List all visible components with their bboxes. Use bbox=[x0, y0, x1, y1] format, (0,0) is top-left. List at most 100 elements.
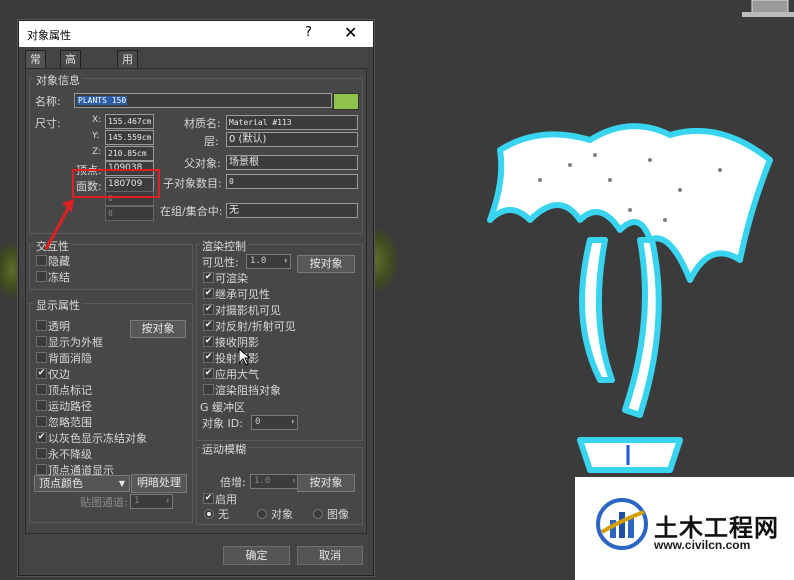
visibility-spinner[interactable]: 1.0 ⬍ bbox=[246, 254, 291, 269]
display-checkbox[interactable] bbox=[36, 448, 47, 459]
red-arrow-icon bbox=[44, 199, 74, 250]
z-dimension-field: 210.85cm bbox=[105, 146, 154, 161]
render-checkbox[interactable]: ✔ bbox=[203, 288, 214, 299]
tab-user-defined[interactable]: 用户定义 bbox=[117, 50, 138, 117]
enabled-checkbox[interactable]: ✔ bbox=[203, 493, 214, 504]
render-checkbox-label: 可渲染 bbox=[215, 272, 248, 285]
display-checkbox-label: 以灰色显示冻结对象 bbox=[48, 432, 147, 445]
radio-none-label: 无 bbox=[218, 508, 229, 521]
help-button[interactable]: ? bbox=[305, 25, 312, 40]
y-dimension-field: 145.559cm bbox=[105, 130, 154, 145]
extra-field-2: 0 bbox=[105, 206, 154, 221]
display-checkbox-label: 显示为外框 bbox=[48, 336, 103, 349]
x-label: X: bbox=[92, 115, 102, 125]
display-checkbox[interactable] bbox=[36, 336, 47, 347]
render-by-object-button[interactable]: 按对象 bbox=[297, 255, 355, 273]
object-id-spinner[interactable]: 0 ⬍ bbox=[251, 415, 298, 430]
display-checkbox[interactable] bbox=[36, 352, 47, 363]
name-value: PLANTS 150 bbox=[77, 96, 128, 105]
display-checkbox-label: 背面消隐 bbox=[48, 352, 92, 365]
multiplier-spinner[interactable]: 1.0 ⬍ bbox=[250, 474, 299, 489]
object-color-swatch[interactable] bbox=[333, 93, 359, 110]
y-label: Y: bbox=[92, 131, 100, 141]
display-checkbox[interactable] bbox=[36, 320, 47, 331]
enabled-label: 启用 bbox=[215, 493, 237, 506]
tab-general[interactable]: 常规 bbox=[25, 50, 46, 83]
vertex-color-dropdown[interactable]: 顶点颜色 ▼ bbox=[34, 475, 130, 492]
faces-highlight-box bbox=[72, 169, 160, 198]
render-checkbox-label: 投射阴影 bbox=[215, 352, 259, 365]
name-field[interactable]: PLANTS 150 bbox=[74, 93, 332, 108]
motion-by-object-button[interactable]: 按对象 bbox=[297, 474, 355, 492]
render-checkbox[interactable] bbox=[203, 384, 214, 395]
motion-blur-label: 运动模糊 bbox=[200, 441, 248, 457]
display-checkbox[interactable] bbox=[36, 400, 47, 411]
render-checkbox-label: 对反射/折射可见 bbox=[215, 320, 296, 333]
dialog-titlebar[interactable]: 对象属性 ? ✕ bbox=[19, 21, 373, 47]
spinner-arrows-icon: ⬍ bbox=[283, 257, 288, 265]
visibility-value: 1.0 bbox=[250, 256, 267, 266]
shaded-button[interactable]: 明暗处理 bbox=[131, 474, 187, 493]
display-checkbox[interactable]: ✔ bbox=[36, 368, 47, 379]
render-checkbox[interactable]: ✔ bbox=[203, 336, 214, 347]
selected-plant-model[interactable] bbox=[480, 120, 780, 480]
display-checkbox[interactable]: ✔ bbox=[36, 432, 47, 443]
render-checkbox-label: 继承可见性 bbox=[215, 288, 270, 301]
radio-none[interactable] bbox=[204, 509, 214, 519]
radio-object[interactable] bbox=[257, 509, 267, 519]
render-checkbox-label: 渲染阻挡对象 bbox=[215, 384, 281, 397]
cancel-button[interactable]: 取消 bbox=[297, 546, 363, 565]
map-channel-spinner: 1 ⬍ bbox=[130, 494, 173, 509]
map-channel-label: 贴图通道: bbox=[80, 496, 128, 509]
material-label: 材质名: bbox=[184, 117, 221, 130]
render-checkbox-label: 对摄影机可见 bbox=[215, 304, 281, 317]
parent-field: 场景根 bbox=[226, 155, 358, 170]
multiplier-value: 1.0 bbox=[254, 476, 271, 486]
display-checkbox-label: 运动路径 bbox=[48, 400, 92, 413]
visibility-label: 可见性: bbox=[202, 256, 239, 269]
dialog-title: 对象属性 bbox=[27, 29, 71, 42]
radio-object-label: 对象 bbox=[271, 508, 293, 521]
spinner-arrows-icon: ⬍ bbox=[165, 497, 170, 505]
display-checkbox-label: 顶点标记 bbox=[48, 384, 92, 397]
display-by-object-button[interactable]: 按对象 bbox=[130, 320, 186, 338]
ok-button[interactable]: 确定 bbox=[223, 546, 290, 565]
render-checkbox[interactable]: ✔ bbox=[203, 272, 214, 283]
render-checkbox[interactable]: ✔ bbox=[203, 368, 214, 379]
object-properties-dialog: 对象属性 ? ✕ 常规 高级照明 用户定义 对象信息 名称: PLANTS 15… bbox=[18, 20, 374, 576]
display-checkbox[interactable] bbox=[36, 464, 47, 475]
display-checkbox[interactable] bbox=[36, 384, 47, 395]
civilcn-logo-icon bbox=[596, 498, 648, 550]
render-checkbox-label: 应用大气 bbox=[215, 368, 259, 381]
tab-advanced-lighting[interactable]: 高级照明 bbox=[60, 50, 81, 117]
parent-label: 父对象: bbox=[184, 157, 221, 170]
display-checkbox-label: 透明 bbox=[48, 320, 70, 333]
render-checkbox[interactable]: ✔ bbox=[203, 320, 214, 331]
children-field: 0 bbox=[226, 174, 358, 189]
render-checkbox-label: 接收阴影 bbox=[215, 336, 259, 349]
object-info-label: 对象信息 bbox=[34, 72, 82, 88]
render-checkbox[interactable]: ✔ bbox=[203, 352, 214, 363]
layer-field: 0 (默认) bbox=[226, 132, 358, 147]
display-checkbox[interactable] bbox=[36, 416, 47, 427]
object-id-value: 0 bbox=[255, 417, 261, 427]
dimensions-label: 尺寸: bbox=[35, 117, 61, 130]
display-checkbox-label: 永不降级 bbox=[48, 448, 92, 461]
render-checkbox[interactable]: ✔ bbox=[203, 304, 214, 315]
freeze-checkbox[interactable] bbox=[36, 271, 47, 282]
radio-image[interactable] bbox=[313, 509, 323, 519]
spinner-arrows-icon: ⬍ bbox=[290, 418, 295, 426]
gbuffer-label: G 缓冲区 bbox=[200, 401, 246, 414]
display-properties-label: 显示属性 bbox=[34, 297, 82, 313]
close-button[interactable]: ✕ bbox=[344, 23, 357, 42]
in-group-field: 无 bbox=[226, 203, 358, 218]
render-control-label: 渲染控制 bbox=[200, 238, 248, 254]
material-field: Material #113 bbox=[226, 115, 358, 130]
watermark-url: www.civilcn.com bbox=[654, 538, 751, 552]
object-id-label: 对象 ID: bbox=[202, 417, 243, 430]
map-channel-value: 1 bbox=[134, 496, 140, 506]
hide-checkbox[interactable] bbox=[36, 255, 47, 266]
vertex-color-value: 顶点颜色 bbox=[39, 477, 83, 490]
z-label: Z: bbox=[92, 147, 102, 157]
mouse-cursor-icon bbox=[238, 348, 250, 366]
